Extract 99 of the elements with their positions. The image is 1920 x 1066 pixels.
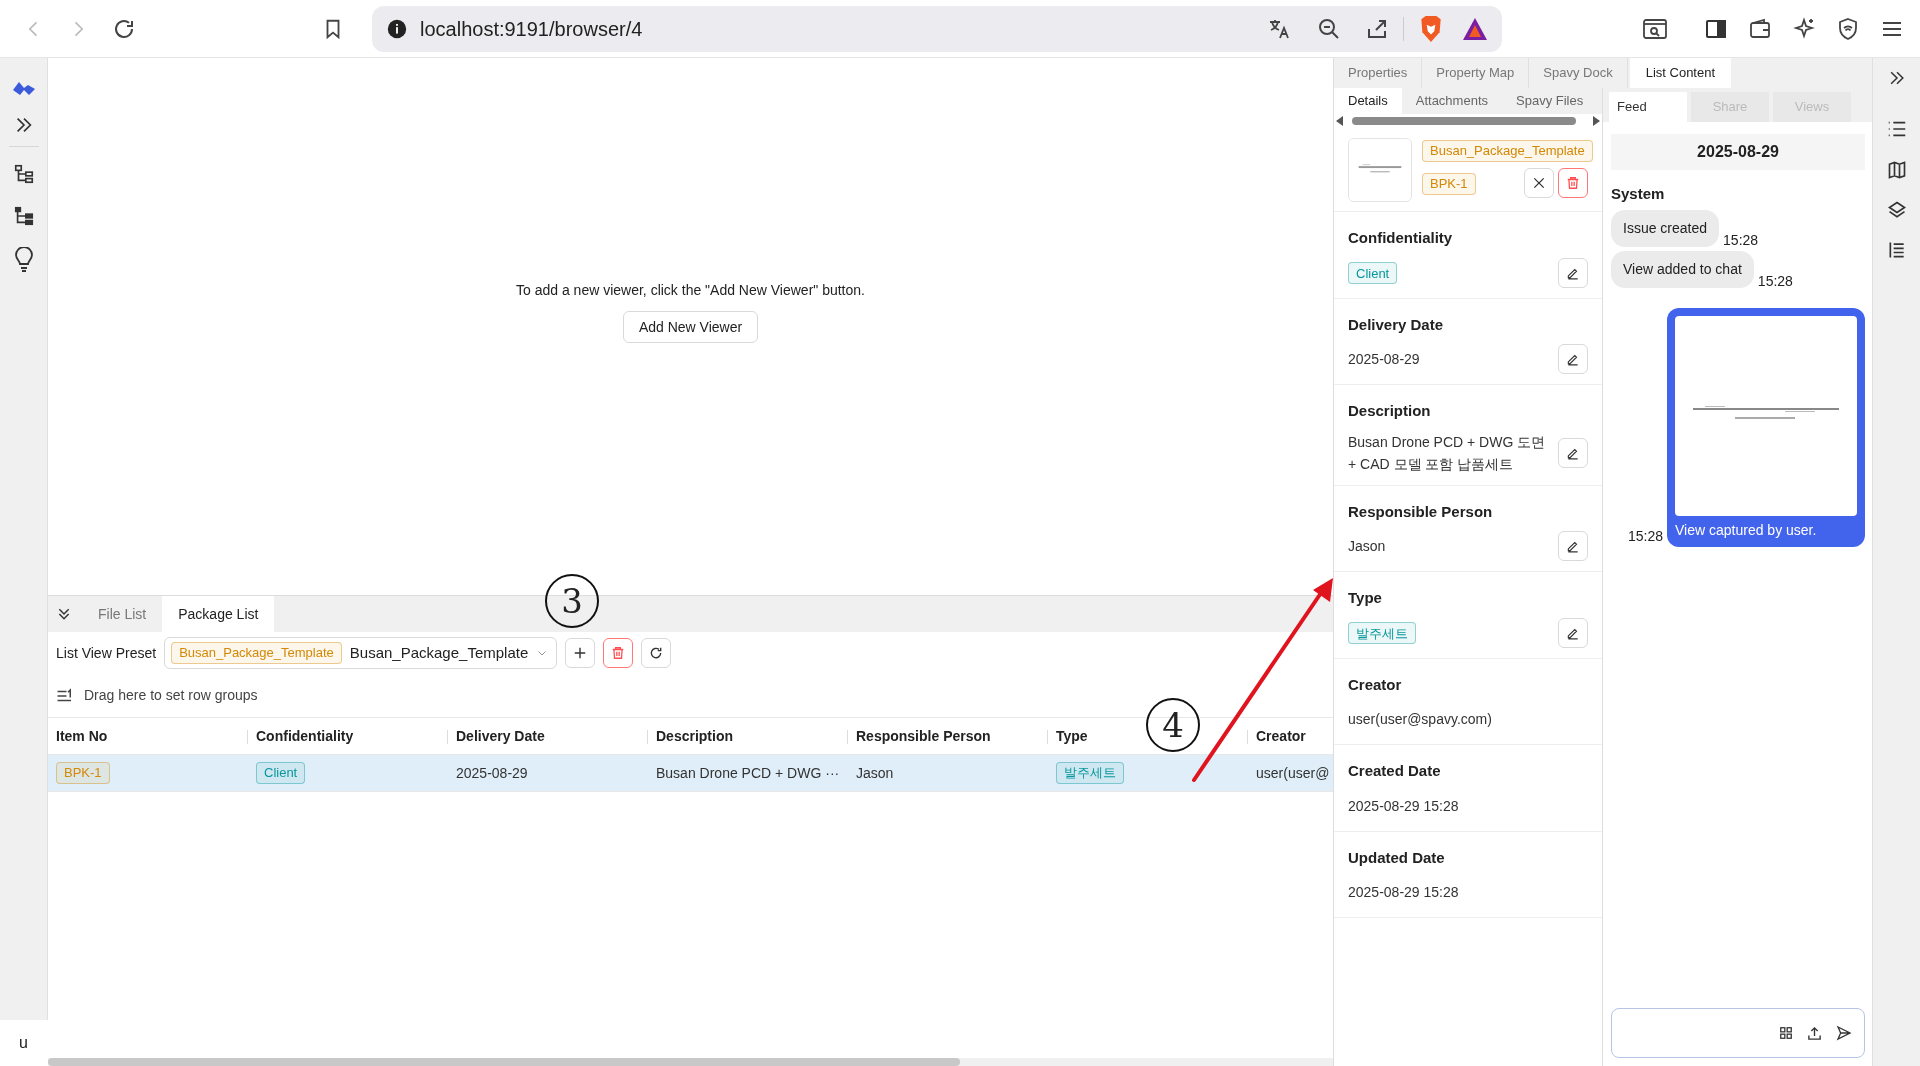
field-value: user(user@spavy.com) xyxy=(1348,710,1493,729)
tab[interactable]: Spavy Files xyxy=(1502,88,1598,114)
message-input[interactable] xyxy=(1611,1008,1865,1058)
message-time: 15:28 xyxy=(1627,526,1663,546)
tab[interactable]: File List xyxy=(82,596,163,632)
item-number-tag: BPK-1 xyxy=(1422,172,1476,195)
template-tag: Busan_Package_Template xyxy=(1422,139,1593,162)
field-label: Type xyxy=(1348,588,1383,608)
logo-icon[interactable] xyxy=(11,80,36,96)
add-button[interactable] xyxy=(565,638,596,668)
send-icon[interactable] xyxy=(1836,1025,1852,1041)
edit-button[interactable] xyxy=(1558,617,1588,648)
capture-caption: View captured by user. xyxy=(1675,520,1818,540)
field-label: Updated Date xyxy=(1348,847,1446,868)
field-value: 2025-08-29 xyxy=(1348,350,1421,369)
circled-number: 4 xyxy=(1146,698,1200,752)
field-tag: Client xyxy=(1348,262,1398,285)
cell-tag: Client xyxy=(256,762,306,784)
field-value: 2025-08-29 15:28 xyxy=(1348,796,1460,816)
preset-value: Busan_Package_Template xyxy=(349,642,529,663)
tab[interactable]: Package List xyxy=(162,596,275,632)
pencil-icon xyxy=(1566,352,1580,366)
message-time: 15:28 xyxy=(1757,271,1793,291)
circled-number: 3 xyxy=(545,574,599,628)
table-cell-text: Busan Drone PCD + DWG ··· xyxy=(656,763,840,783)
scroll-right-icon[interactable] xyxy=(1592,116,1600,126)
preset-label: List View Preset xyxy=(56,643,157,663)
field-label: Description xyxy=(1348,401,1432,421)
table-row[interactable]: BPK-1 Client 2025-08-29 Busan Drone PCD + DWG ··· Jason 발주세트 user(user@ xyxy=(48,755,1333,792)
scrollbar-thumb[interactable] xyxy=(1352,117,1576,125)
scrollbar-thumb[interactable] xyxy=(48,1058,960,1066)
upload-icon[interactable] xyxy=(1807,1025,1822,1041)
cell-tag: BPK-1 xyxy=(56,762,110,784)
vpn-shield-icon[interactable] xyxy=(1836,16,1860,41)
column-header[interactable]: Responsible Person xyxy=(856,725,991,747)
column-header[interactable]: Creator xyxy=(1256,725,1306,747)
field-label: Created Date xyxy=(1348,761,1442,781)
field-label: Confidentiality xyxy=(1348,228,1454,248)
group-rows-icon xyxy=(56,687,74,704)
url-text: localhost:9191/browser/4 xyxy=(420,16,643,42)
scroll-left-icon[interactable] xyxy=(1336,116,1344,126)
row-group-hint: Drag here to set row groups xyxy=(84,686,258,705)
edit-button[interactable] xyxy=(1558,437,1588,468)
tab-search-icon[interactable] xyxy=(1642,16,1668,41)
close-icon xyxy=(1532,176,1546,190)
delete-button[interactable] xyxy=(1558,168,1588,198)
tab[interactable]: Feed xyxy=(1609,92,1687,122)
edit-button[interactable] xyxy=(1558,531,1588,561)
message-bubble: View added to chat xyxy=(1611,250,1754,288)
address-bar[interactable]: localhost:9191/browser/4 xyxy=(372,5,1502,52)
lion-shield-icon[interactable] xyxy=(1418,14,1444,43)
edit-button[interactable] xyxy=(1558,344,1588,374)
wallet-icon[interactable] xyxy=(1748,16,1772,41)
field-label: Delivery Date xyxy=(1348,314,1445,335)
pencil-icon xyxy=(1566,539,1580,553)
zoom-out-icon[interactable] xyxy=(1317,16,1341,41)
field-value: Busan Drone PCD + DWG 도면 + CAD 모델 포함 납품세트 xyxy=(1348,432,1547,474)
field-tag: 발주세트 xyxy=(1348,622,1416,645)
column-header[interactable]: Description xyxy=(656,725,733,747)
delete-button[interactable] xyxy=(603,638,634,668)
refresh-button[interactable] xyxy=(641,638,672,668)
close-button[interactable] xyxy=(1524,168,1554,198)
map-icon[interactable] xyxy=(1886,160,1907,180)
add-viewer-button[interactable]: Add New Viewer xyxy=(622,311,759,343)
refresh-icon xyxy=(649,646,664,660)
empty-viewer-message: To add a new viewer, click the "Add New Viewer" button. xyxy=(516,281,865,300)
hierarchy-icon[interactable] xyxy=(12,163,35,185)
cell-tag: 발주세트 xyxy=(1056,762,1124,784)
layers-icon[interactable] xyxy=(1886,200,1907,220)
column-header[interactable]: Item No xyxy=(56,725,108,747)
table-cell-text: 2025-08-29 xyxy=(456,763,528,783)
collapse-icon[interactable] xyxy=(56,606,72,622)
triangle-icon[interactable] xyxy=(1462,16,1488,41)
field-value: 2025-08-29 15:28 xyxy=(1348,883,1460,902)
column-header[interactable]: Delivery Date xyxy=(456,725,545,747)
trash-icon xyxy=(1566,176,1580,190)
message-bubble: Issue created xyxy=(1611,209,1720,247)
preset-tag: Busan_Package_Template xyxy=(171,642,342,664)
table-cell-text: Jason xyxy=(856,763,894,783)
plus-icon xyxy=(573,646,588,660)
field-label: Creator xyxy=(1348,674,1403,695)
message-time: 15:28 xyxy=(1723,230,1759,250)
tab[interactable]: Attachments xyxy=(1401,88,1502,114)
table-cell-text: user(user@ xyxy=(1256,763,1330,783)
trash-icon xyxy=(611,646,626,660)
tab[interactable]: List Content xyxy=(1629,58,1732,88)
column-header[interactable]: Confidentiality xyxy=(256,725,354,747)
sender-name: System xyxy=(1611,184,1666,204)
tree-icon[interactable] xyxy=(12,205,35,227)
column-header[interactable]: Type xyxy=(1056,725,1088,747)
field-label: Responsible Person xyxy=(1348,501,1494,522)
tab[interactable]: Details xyxy=(1334,88,1402,114)
captured-view-card[interactable]: View captured by user. xyxy=(1667,307,1865,547)
info-icon xyxy=(386,17,408,40)
user-avatar[interactable]: u xyxy=(0,1020,48,1066)
grid-icon[interactable] xyxy=(1779,1026,1793,1040)
edit-button[interactable] xyxy=(1558,257,1588,288)
field-value: Jason xyxy=(1348,537,1387,556)
preset-select[interactable]: Busan_Package_Template Busan_Package_Template xyxy=(164,637,558,669)
